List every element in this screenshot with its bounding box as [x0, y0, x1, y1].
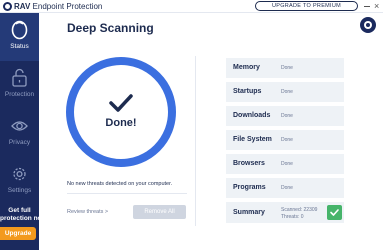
sidebar-item-label: Protection	[4, 91, 35, 98]
app-product: Endpoint Protection	[32, 2, 103, 11]
promo-line-2: protection now	[0, 214, 47, 222]
upgrade-button[interactable]: Upgrade	[0, 227, 36, 240]
app-brand: RAV	[14, 2, 31, 11]
scan-item-name: Memory	[233, 64, 260, 71]
eye-icon	[11, 121, 28, 131]
divider	[67, 193, 187, 194]
scan-item-name: Startups	[233, 88, 262, 95]
scan-result-ring: Done!	[65, 56, 177, 168]
sidebar-item-privacy[interactable]: Privacy	[0, 109, 39, 157]
remove-all-button[interactable]: Remove All	[133, 205, 186, 219]
promo-line-1: Get full	[8, 207, 31, 214]
scan-row-file-system: File System Done	[226, 130, 344, 150]
scan-row-browsers: Browsers Done	[226, 154, 344, 174]
summary-scanned-count: Scanned: 22309	[281, 207, 318, 213]
scan-item-name: Downloads	[233, 112, 271, 119]
upgrade-to-premium-button[interactable]: UPGRADE TO PREMIUM	[255, 1, 358, 11]
sidebar-item-label: Settings	[7, 187, 32, 194]
scan-item-status: Done	[281, 113, 293, 119]
scan-row-memory: Memory Done	[226, 58, 344, 78]
sidebar-item-label: Privacy	[8, 139, 31, 146]
summary-threats-count: Threats: 0	[281, 214, 304, 220]
scan-item-status: Done	[281, 185, 293, 191]
sidebar: Status Protection Privacy Settings Get f…	[0, 13, 47, 250]
summary-success-badge	[327, 205, 342, 220]
help-icon[interactable]	[360, 17, 376, 33]
threats-note: No new threats detected on your computer…	[67, 181, 173, 187]
status-icon	[11, 20, 28, 40]
page-title: Deep Scanning	[67, 21, 154, 35]
scan-item-status: Done	[281, 89, 293, 95]
app-logo	[3, 2, 12, 11]
check-icon	[330, 209, 339, 216]
scan-row-startups: Startups Done	[226, 82, 344, 102]
scan-result-label: Done!	[105, 117, 137, 129]
review-threats-link[interactable]: Review threats >	[67, 209, 108, 215]
sidebar-item-status[interactable]: Status	[0, 13, 39, 61]
checkmark-icon	[109, 94, 133, 112]
lock-icon	[12, 68, 27, 87]
sidebar-item-settings[interactable]: Settings	[0, 157, 39, 205]
scan-summary: Summary Scanned: 22309 Threats: 0	[226, 202, 344, 223]
scan-item-status: Done	[281, 137, 293, 143]
scan-row-downloads: Downloads Done	[226, 106, 344, 126]
scan-item-name: Browsers	[233, 160, 265, 167]
title-bar: RAV Endpoint Protection UPGRADE TO PREMI…	[0, 0, 383, 13]
scan-item-status: Done	[281, 161, 293, 167]
scan-item-name: Programs	[233, 184, 266, 191]
scan-item-status: Done	[281, 65, 293, 71]
scan-row-programs: Programs Done	[226, 178, 344, 198]
gear-icon	[13, 167, 26, 181]
scan-item-name: File System	[233, 136, 272, 143]
close-icon[interactable]: ×	[374, 1, 379, 11]
minimize-icon[interactable]	[364, 6, 370, 7]
upgrade-promo: Get full protection now	[0, 207, 47, 222]
vertical-divider	[195, 56, 196, 226]
sidebar-item-label: Status	[10, 43, 29, 50]
sidebar-item-protection[interactable]: Protection	[0, 61, 39, 109]
app-title: RAV Endpoint Protection	[14, 1, 102, 12]
summary-label: Summary	[233, 209, 265, 216]
